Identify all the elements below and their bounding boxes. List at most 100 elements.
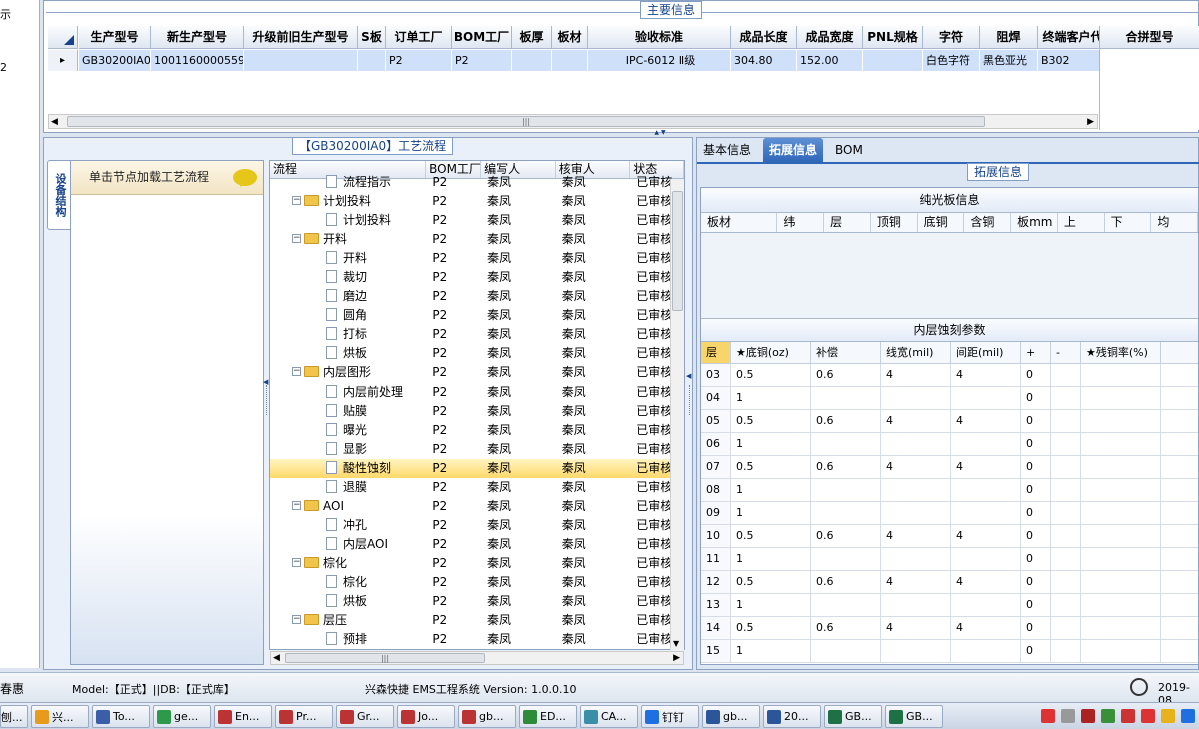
inner-etching-cell[interactable] <box>1051 433 1081 455</box>
tree-row[interactable]: 圆角 P2 秦凤 秦凤 已审核 <box>270 306 684 325</box>
inner-etching-cell[interactable] <box>1051 364 1081 386</box>
inner-etching-cell[interactable] <box>881 502 951 524</box>
horizontal-scroll-thumb[interactable]: ||| <box>285 653 485 663</box>
inner-etching-cell[interactable]: 4 <box>951 410 1021 432</box>
tree-row[interactable]: 内层AOI P2 秦凤 秦凤 已审核 <box>270 535 684 554</box>
grid-cell[interactable]: P2 <box>386 50 452 71</box>
inner-etching-row[interactable]: 11 1 0 <box>701 548 1198 571</box>
grid-cell[interactable]: 白色字符 <box>923 50 980 71</box>
collapse-toggle-icon[interactable]: − <box>292 615 301 625</box>
tray-icon[interactable] <box>1081 709 1095 723</box>
plain-board-column-header[interactable]: 板材 <box>701 213 778 232</box>
inner-etching-cell[interactable] <box>1081 456 1161 478</box>
inner-etching-cell[interactable]: 4 <box>881 410 951 432</box>
grid-cell[interactable]: P2 <box>452 50 512 71</box>
collapse-toggle-icon[interactable]: − <box>292 500 301 510</box>
column-header[interactable]: 验收标准 <box>588 26 731 48</box>
inner-etching-cell[interactable]: 0 <box>1021 410 1051 432</box>
inner-etching-column-header[interactable]: 间距(mil) <box>951 342 1021 363</box>
inner-etching-cell[interactable]: 15 <box>701 640 731 662</box>
inner-etching-cell[interactable]: 0.6 <box>811 525 881 547</box>
column-header[interactable]: 新生产型号 <box>151 26 244 48</box>
plain-board-column-header[interactable]: 上 <box>1058 213 1105 232</box>
scroll-left-arrow-icon[interactable]: ◀ <box>51 117 58 127</box>
column-header[interactable]: 板材 <box>552 26 588 48</box>
grid-cell[interactable] <box>512 50 552 71</box>
column-header[interactable]: 板厚 <box>512 26 552 48</box>
inner-etching-cell[interactable]: 4 <box>951 364 1021 386</box>
inner-etching-cell[interactable]: 0.5 <box>731 364 811 386</box>
inner-etching-row[interactable]: 05 0.5 0.6 4 4 0 <box>701 410 1198 433</box>
inner-etching-cell[interactable]: 0 <box>1021 548 1051 570</box>
tree-row[interactable]: 打标 P2 秦凤 秦凤 已审核 <box>270 325 684 344</box>
inner-etching-cell[interactable]: 0 <box>1021 433 1051 455</box>
inner-etching-cell[interactable]: 07 <box>701 456 731 478</box>
inner-etching-cell[interactable]: 0 <box>1021 617 1051 639</box>
inner-etching-row[interactable]: 14 0.5 0.6 4 4 0 <box>701 617 1198 640</box>
inner-etching-column-header[interactable]: - <box>1051 342 1081 363</box>
inner-etching-cell[interactable] <box>1051 456 1081 478</box>
inner-etching-cell[interactable] <box>1081 433 1161 455</box>
tree-row[interactable]: 退膜 P2 秦凤 秦凤 已审核 <box>270 478 684 497</box>
scroll-right-arrow-icon[interactable]: ▶ <box>673 653 680 663</box>
plain-board-column-header[interactable]: 纬 <box>777 213 825 232</box>
taskbar-button[interactable]: ED... <box>519 705 577 728</box>
inner-etching-cell[interactable]: 0 <box>1021 525 1051 547</box>
inner-etching-cell[interactable] <box>811 548 881 570</box>
plain-board-column-header[interactable]: 层 <box>824 213 871 232</box>
inner-etching-cell[interactable] <box>1081 479 1161 501</box>
inner-etching-cell[interactable]: 14 <box>701 617 731 639</box>
inner-etching-cell[interactable]: 0 <box>1021 594 1051 616</box>
inner-etching-cell[interactable] <box>881 548 951 570</box>
inner-etching-cell[interactable] <box>881 387 951 409</box>
tree-row[interactable]: 曝光 P2 秦凤 秦凤 已审核 <box>270 421 684 440</box>
grid-corner[interactable] <box>48 26 78 49</box>
inner-etching-cell[interactable]: 11 <box>701 548 731 570</box>
taskbar-button[interactable]: gb... <box>458 705 516 728</box>
inner-etching-cell[interactable]: 1 <box>731 479 811 501</box>
taskbar-button[interactable]: GB... <box>824 705 882 728</box>
inner-etching-cell[interactable]: 10 <box>701 525 731 547</box>
inner-etching-row[interactable]: 03 0.5 0.6 4 4 0 <box>701 364 1198 387</box>
inner-etching-cell[interactable]: 0 <box>1021 387 1051 409</box>
inner-etching-cell[interactable] <box>1081 502 1161 524</box>
inner-etching-cell[interactable]: 0 <box>1021 364 1051 386</box>
inner-etching-cell[interactable]: 4 <box>881 456 951 478</box>
inner-etching-cell[interactable] <box>1081 387 1161 409</box>
inner-etching-cell[interactable] <box>881 479 951 501</box>
inner-etching-row[interactable]: 13 1 0 <box>701 594 1198 617</box>
grid-cell[interactable]: B302 <box>1038 50 1108 71</box>
tree-row[interactable]: 贴膜 P2 秦凤 秦凤 已审核 <box>270 402 684 421</box>
inner-etching-cell[interactable]: 4 <box>881 571 951 593</box>
inner-etching-cell[interactable] <box>1081 617 1161 639</box>
inner-etching-cell[interactable] <box>1081 640 1161 662</box>
splitter-grip-icon[interactable]: ▲ ▼ <box>640 130 680 136</box>
tree-row[interactable]: 预排 P2 秦凤 秦凤 已审核 <box>270 630 684 649</box>
inner-etching-column-header[interactable]: 补偿 <box>811 342 881 363</box>
inner-etching-cell[interactable] <box>1081 364 1161 386</box>
inner-etching-cell[interactable] <box>811 640 881 662</box>
inner-etching-row[interactable]: 09 1 0 <box>701 502 1198 525</box>
inner-etching-cell[interactable]: 1 <box>731 594 811 616</box>
inner-etching-cell[interactable]: 0 <box>1021 456 1051 478</box>
tree-row[interactable]: − AOI P2 秦凤 秦凤 已审核 <box>270 497 684 516</box>
inner-etching-cell[interactable]: 0.6 <box>811 364 881 386</box>
tray-icon[interactable] <box>1121 709 1135 723</box>
inner-etching-cell[interactable]: 0.5 <box>731 617 811 639</box>
tree-row[interactable]: 酸性蚀刻 P2 秦凤 秦凤 已审核 <box>270 458 684 478</box>
tree-row[interactable]: 烘板 P2 秦凤 秦凤 已审核 <box>270 592 684 611</box>
tray-icon[interactable] <box>1101 709 1115 723</box>
inner-etching-column-header[interactable]: ★残铜率(%) <box>1081 342 1161 363</box>
column-header[interactable]: 成品宽度 <box>797 26 863 48</box>
taskbar-button[interactable]: gb... <box>702 705 760 728</box>
inner-etching-cell[interactable]: 0.5 <box>731 571 811 593</box>
taskbar-button[interactable]: Pr... <box>275 705 333 728</box>
column-header[interactable]: 成品长度 <box>731 26 797 48</box>
inner-etching-row[interactable]: 06 1 0 <box>701 433 1198 456</box>
tree-row[interactable]: − 内层图形 P2 秦凤 秦凤 已审核 <box>270 363 684 382</box>
tree-row[interactable]: − 层压 P2 秦凤 秦凤 已审核 <box>270 611 684 630</box>
inner-etching-cell[interactable]: 1 <box>731 433 811 455</box>
inner-etching-cell[interactable]: 05 <box>701 410 731 432</box>
tree-row[interactable]: 流程指示 P2 秦凤 秦凤 已审核 <box>270 173 684 192</box>
column-header[interactable]: 升级前旧生产型号 <box>244 26 358 48</box>
